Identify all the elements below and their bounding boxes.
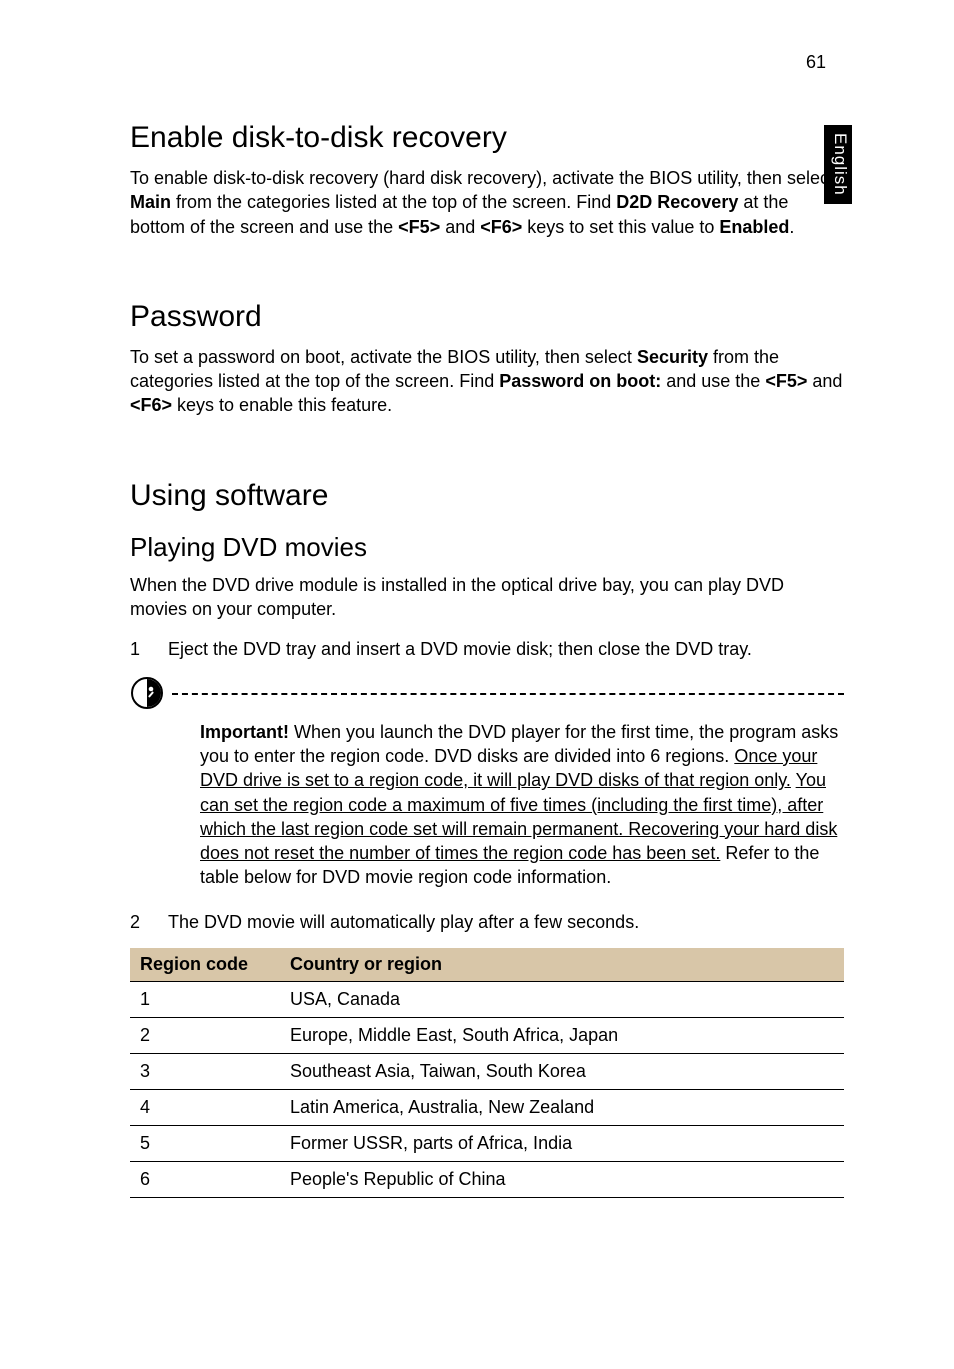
cell-country: Europe, Middle East, South Africa, Japan xyxy=(280,1018,844,1054)
steps-list: 1 Eject the DVD tray and insert a DVD mo… xyxy=(130,637,844,661)
cell-country: People's Republic of China xyxy=(280,1162,844,1198)
table-body: 1 USA, Canada 2 Europe, Middle East, Sou… xyxy=(130,982,844,1198)
table-row: 3 Southeast Asia, Taiwan, South Korea xyxy=(130,1054,844,1090)
text: and use the xyxy=(661,371,765,391)
table-row: 1 USA, Canada xyxy=(130,982,844,1018)
bold-f5: <F5> xyxy=(398,217,440,237)
cell-code: 4 xyxy=(130,1090,280,1126)
cell-code: 5 xyxy=(130,1126,280,1162)
bold-security: Security xyxy=(637,347,708,367)
text: and xyxy=(807,371,842,391)
step-number: 1 xyxy=(130,637,142,661)
table-header-row: Region code Country or region xyxy=(130,948,844,982)
text: and xyxy=(440,217,480,237)
step-text: The DVD movie will automatically play af… xyxy=(168,910,639,934)
text: To enable disk-to-disk recovery (hard di… xyxy=(130,168,834,188)
steps-list-2: 2 The DVD movie will automatically play … xyxy=(130,910,844,934)
bold-password-on-boot: Password on boot: xyxy=(499,371,661,391)
cell-code: 3 xyxy=(130,1054,280,1090)
table-row: 5 Former USSR, parts of Africa, India xyxy=(130,1126,844,1162)
cell-country: Former USSR, parts of Africa, India xyxy=(280,1126,844,1162)
cell-code: 1 xyxy=(130,982,280,1018)
page: 61 English Enable disk-to-disk recovery … xyxy=(0,0,954,1369)
table-header-region-code: Region code xyxy=(130,948,280,982)
bold-d2d-recovery: D2D Recovery xyxy=(616,192,738,212)
text: To set a password on boot, activate the … xyxy=(130,347,637,367)
language-tab: English xyxy=(824,125,852,204)
step-number: 2 xyxy=(130,910,142,934)
note-body: Important! When you launch the DVD playe… xyxy=(200,720,844,890)
cell-country: USA, Canada xyxy=(280,982,844,1018)
paragraph-password: To set a password on boot, activate the … xyxy=(130,345,844,418)
step-1: 1 Eject the DVD tray and insert a DVD mo… xyxy=(130,637,844,661)
page-number: 61 xyxy=(806,52,826,73)
heading-using-software: Using software xyxy=(130,478,844,514)
cell-country: Latin America, Australia, New Zealand xyxy=(280,1090,844,1126)
text: . xyxy=(789,217,794,237)
text: keys to set this value to xyxy=(522,217,719,237)
bold-f6: <F6> xyxy=(480,217,522,237)
bold-enabled: Enabled xyxy=(719,217,789,237)
paragraph-playing-dvd: When the DVD drive module is installed i… xyxy=(130,573,844,622)
note-icon xyxy=(130,676,164,710)
heading-password: Password xyxy=(130,299,844,335)
cell-code: 2 xyxy=(130,1018,280,1054)
text: keys to enable this feature. xyxy=(172,395,392,415)
heading-playing-dvd: Playing DVD movies xyxy=(130,532,844,563)
step-text: Eject the DVD tray and insert a DVD movi… xyxy=(168,637,752,661)
step-2: 2 The DVD movie will automatically play … xyxy=(130,910,844,934)
table-header-country: Country or region xyxy=(280,948,844,982)
bold-important: Important! xyxy=(200,722,289,742)
bold-f6: <F6> xyxy=(130,395,172,415)
region-code-table: Region code Country or region 1 USA, Can… xyxy=(130,948,844,1198)
cell-code: 6 xyxy=(130,1162,280,1198)
paragraph-enable-recovery: To enable disk-to-disk recovery (hard di… xyxy=(130,166,844,239)
table-row: 6 People's Republic of China xyxy=(130,1162,844,1198)
note-header xyxy=(130,676,844,710)
cell-country: Southeast Asia, Taiwan, South Korea xyxy=(280,1054,844,1090)
text: from the categories listed at the top of… xyxy=(171,192,616,212)
important-note: Important! When you launch the DVD playe… xyxy=(130,676,844,890)
table-row: 2 Europe, Middle East, South Africa, Jap… xyxy=(130,1018,844,1054)
table-row: 4 Latin America, Australia, New Zealand xyxy=(130,1090,844,1126)
heading-enable-recovery: Enable disk-to-disk recovery xyxy=(130,120,844,156)
bold-f5: <F5> xyxy=(765,371,807,391)
bold-main: Main xyxy=(130,192,171,212)
note-divider xyxy=(172,693,844,695)
